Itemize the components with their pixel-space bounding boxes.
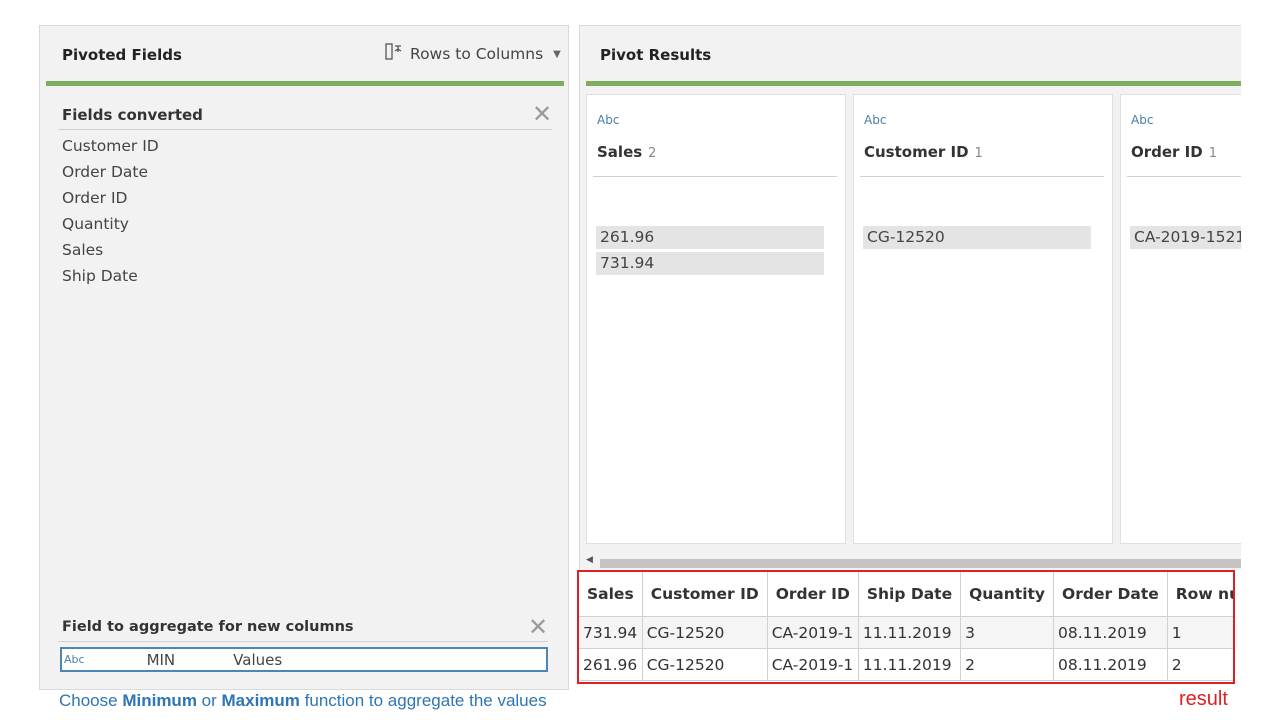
card-title: Sales 2 xyxy=(597,143,656,161)
chevron-down-icon: ▼ xyxy=(553,48,561,60)
table-cell: 11.11.2019 xyxy=(858,616,962,649)
table-cell: CA-2019-1 xyxy=(767,648,859,681)
field-item[interactable]: Order Date xyxy=(62,163,148,181)
column-header: Order ID xyxy=(767,572,859,617)
field-item[interactable]: Sales xyxy=(62,241,103,259)
result-label: result xyxy=(1179,688,1228,710)
result-table: Sales Customer ID Order ID Ship Date Qua… xyxy=(579,572,1233,681)
horizontal-scrollbar[interactable]: ◀ xyxy=(586,555,1241,569)
pivot-results-panel: Pivot Results Abc Sales 2 261.96 731.94 A… xyxy=(579,25,1241,570)
column-header: Row number xyxy=(1167,572,1233,617)
pivoted-fields-title: Pivoted Fields xyxy=(62,46,182,64)
caption-text: function to aggregate the values xyxy=(299,691,547,710)
card-title: Customer ID 1 xyxy=(864,143,983,161)
table-cell: 2 xyxy=(960,648,1055,681)
caption-text: Choose xyxy=(59,691,123,710)
pivoted-fields-panel: Pivoted Fields Rows to Columns ▼ Fields … xyxy=(39,25,569,690)
card-count: 1 xyxy=(974,146,983,161)
card-count: 1 xyxy=(1208,146,1217,161)
fields-converted-heading: Fields converted xyxy=(62,106,203,124)
caption: Choose Minimum or Maximum function to ag… xyxy=(59,691,547,711)
value-bar[interactable]: CA-2019-152156 xyxy=(1130,226,1241,249)
scrollbar-thumb[interactable] xyxy=(600,559,1241,568)
close-icon[interactable]: ✕ xyxy=(532,102,552,126)
card-title: Order ID 1 xyxy=(1131,143,1217,161)
column-header: Order Date xyxy=(1053,572,1168,617)
column-header: Ship Date xyxy=(858,572,962,617)
column-header: Sales xyxy=(579,572,643,617)
string-type-icon: Abc xyxy=(1131,113,1154,127)
divider xyxy=(58,641,548,642)
table-cell: 08.11.2019 xyxy=(1053,616,1168,649)
table-cell: 08.11.2019 xyxy=(1053,648,1168,681)
caption-maximum: Maximum xyxy=(221,691,300,710)
scroll-left-icon[interactable]: ◀ xyxy=(586,555,593,565)
aggregate-field-name: Values xyxy=(233,650,283,669)
card-field-name: Customer ID xyxy=(864,143,969,161)
right-accent-bar xyxy=(586,81,1241,86)
table-cell: 261.96 xyxy=(579,648,643,681)
divider xyxy=(1127,176,1241,177)
table-cell: 2 xyxy=(1167,648,1233,681)
card-field-name: Order ID xyxy=(1131,143,1203,161)
string-type-icon: Abc xyxy=(864,113,887,127)
value-bar[interactable]: CG-12520 xyxy=(863,226,1091,249)
card-field-name: Sales xyxy=(597,143,643,161)
card-count: 2 xyxy=(648,146,657,161)
table-cell: 11.11.2019 xyxy=(858,648,962,681)
result-card-sales[interactable]: Abc Sales 2 261.96 731.94 xyxy=(586,94,846,544)
pivot-results-title: Pivot Results xyxy=(600,46,712,64)
string-type-icon: Abc xyxy=(64,653,85,666)
field-item[interactable]: Customer ID xyxy=(62,137,159,155)
table-row: 731.94 CG-12520 CA-2019-1 11.11.2019 3 0… xyxy=(579,616,1233,649)
column-header: Customer ID xyxy=(642,572,768,617)
pivot-mode-label: Rows to Columns xyxy=(410,45,544,63)
rows-to-columns-dropdown[interactable]: Rows to Columns ▼ xyxy=(384,43,561,65)
table-cell: 731.94 xyxy=(579,616,643,649)
value-bar[interactable]: 731.94 xyxy=(596,252,824,275)
aggregate-function[interactable]: MIN xyxy=(147,651,176,669)
table-cell: 3 xyxy=(960,616,1055,649)
field-item[interactable]: Order ID xyxy=(62,189,127,207)
string-type-icon: Abc xyxy=(597,113,620,127)
table-cell: CA-2019-1 xyxy=(767,616,859,649)
table-cell: CG-12520 xyxy=(642,648,768,681)
result-table-box: Sales Customer ID Order ID Ship Date Qua… xyxy=(577,570,1235,684)
aggregate-field-selector[interactable]: Abc MIN Values xyxy=(60,647,548,672)
pivot-mode-icon xyxy=(384,42,404,66)
divider xyxy=(860,176,1104,177)
divider xyxy=(593,176,837,177)
caption-minimum: Minimum xyxy=(122,691,197,710)
field-item[interactable]: Quantity xyxy=(62,215,129,233)
column-header: Quantity xyxy=(960,572,1055,617)
field-item[interactable]: Ship Date xyxy=(62,267,138,285)
table-cell: CG-12520 xyxy=(642,616,768,649)
value-bar[interactable]: 261.96 xyxy=(596,226,824,249)
result-card-customer-id[interactable]: Abc Customer ID 1 CG-12520 xyxy=(853,94,1113,544)
aggregate-heading: Field to aggregate for new columns xyxy=(62,619,354,635)
result-card-order-id[interactable]: Abc Order ID 1 CA-2019-152156 xyxy=(1120,94,1241,544)
table-row: 261.96 CG-12520 CA-2019-1 11.11.2019 2 0… xyxy=(579,648,1233,681)
divider xyxy=(58,129,552,130)
table-cell: 1 xyxy=(1167,616,1233,649)
left-accent-bar xyxy=(46,81,564,86)
close-icon[interactable]: ✕ xyxy=(528,615,548,639)
caption-text: or xyxy=(196,691,222,710)
